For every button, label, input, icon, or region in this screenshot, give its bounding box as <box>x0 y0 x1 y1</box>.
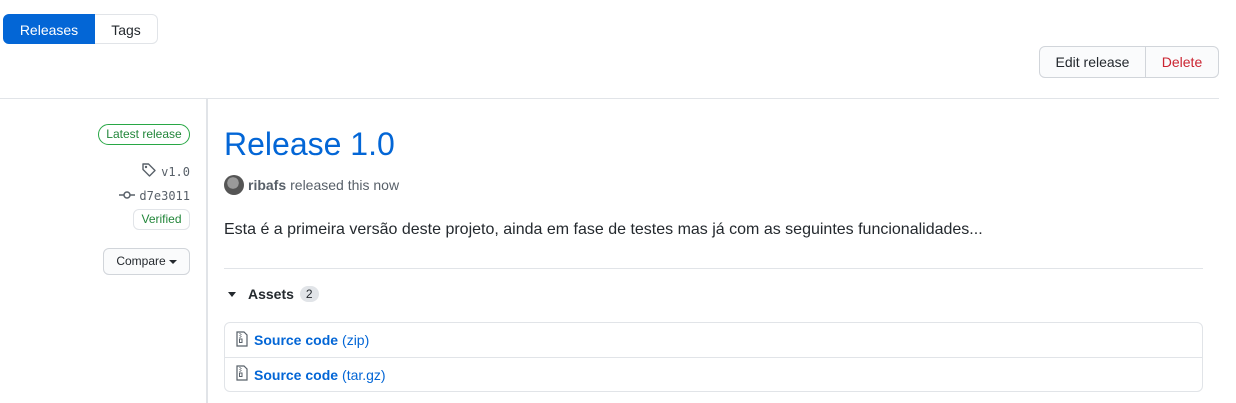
file-zip-icon <box>235 330 249 350</box>
commit-link[interactable]: d7e3011 <box>119 188 190 204</box>
compare-button[interactable]: Compare <box>103 248 190 275</box>
verified-badge[interactable]: Verified <box>133 209 190 230</box>
commit-icon <box>119 188 136 204</box>
commit-sha: d7e3011 <box>139 189 190 203</box>
timeline-divider <box>206 99 208 403</box>
triangle-down-icon <box>228 291 236 297</box>
avatar[interactable] <box>224 175 244 195</box>
assets-label: Assets <box>248 286 294 302</box>
asset-ext[interactable]: (zip) <box>342 332 369 348</box>
asset-name[interactable]: Source code <box>254 332 338 348</box>
latest-release-badge: Latest release <box>98 124 190 145</box>
release-byline: ribafs released this now <box>224 175 399 195</box>
author-link[interactable]: ribafs <box>248 177 286 193</box>
tag-link[interactable]: v1.0 <box>141 162 190 181</box>
delete-button[interactable]: Delete <box>1146 46 1219 78</box>
release-title[interactable]: Release 1.0 <box>224 124 395 164</box>
released-text: released this now <box>290 177 400 193</box>
asset-name[interactable]: Source code <box>254 367 338 383</box>
divider <box>224 268 1203 269</box>
assets-list: Source code (zip) Source code (tar.gz) <box>224 322 1203 392</box>
assets-toggle[interactable]: Assets 2 <box>227 286 319 302</box>
tab-releases[interactable]: Releases <box>3 14 95 44</box>
assets-count: 2 <box>299 286 319 302</box>
tab-tags[interactable]: Tags <box>95 14 158 44</box>
tag-name: v1.0 <box>161 164 190 179</box>
asset-ext[interactable]: (tar.gz) <box>342 367 386 383</box>
divider <box>0 98 1219 99</box>
file-zip-icon <box>235 365 249 384</box>
release-actions: Edit release Delete <box>1039 46 1219 78</box>
asset-row[interactable]: Source code (tar.gz) <box>225 357 1202 391</box>
chevron-down-icon <box>168 259 177 264</box>
edit-release-button[interactable]: Edit release <box>1039 46 1146 78</box>
asset-row[interactable]: Source code (zip) <box>225 323 1202 357</box>
release-tabs: Releases Tags <box>3 14 158 44</box>
tag-icon <box>141 162 157 181</box>
compare-label: Compare <box>116 254 166 268</box>
release-description: Esta é a primeira versão deste projeto, … <box>224 221 983 238</box>
